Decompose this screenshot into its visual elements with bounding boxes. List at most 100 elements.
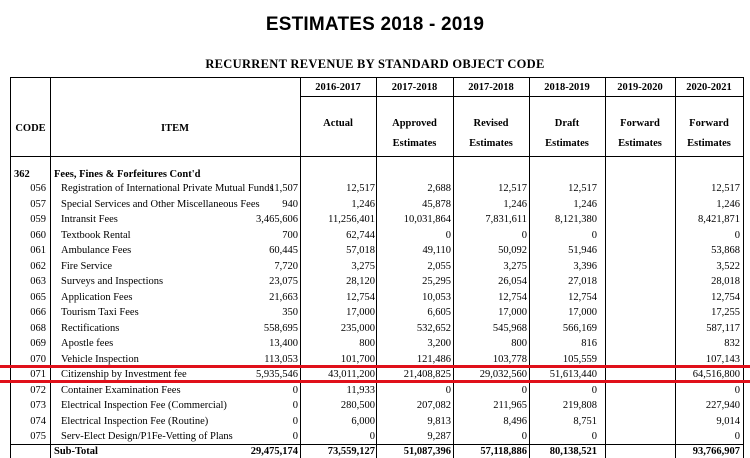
table-row: 069 Apostle fees 13,400 800 3,200 800 816 832 [11,337,743,350]
column-header-line1: Approved [392,118,437,129]
row-value: 211,965 [493,400,527,411]
row-value: 3,200 [427,338,451,349]
row-value: 45,878 [422,198,451,210]
row-item: Intransit Fees [61,214,118,225]
estimates-table: CODE ITEM 2016-2017 2017-2018 2017-2018 … [10,77,744,458]
table-row: 075 Serv-Elect Design/P1Fe-Vetting of Pla… [11,430,743,443]
row-value: 8,121,380 [555,214,597,225]
row-value: 25,295 [422,276,451,287]
row-value: 28,018 [711,276,740,287]
row-value: 0 [445,229,451,241]
section-label: Fees, Fines & Forfeitures Cont'd [54,169,201,180]
row-value: 9,287 [427,431,451,442]
row-value: 0 [591,229,597,241]
row-value: 0 [734,384,740,396]
row-value: 113,053 [264,353,298,365]
row-item: Rectifications [61,322,120,334]
row-value: 57,018 [346,245,375,256]
year-header-3: 2017-2018 [468,82,514,93]
table-row: 065 Application Fees 21,663 12,754 10,053 12,… [11,291,743,304]
row-value: 227,940 [705,400,740,411]
row-value: 1,246 [716,198,740,210]
row-value: 0 [292,400,298,411]
document-subtitle: RECURRENT REVENUE BY STANDARD OBJECT COD… [205,57,545,71]
row-value: 0 [292,384,298,396]
table-row: 057 Special Services and Other Miscellane… [11,198,743,211]
row-value: 0 [591,384,597,396]
row-value: 26,054 [498,276,527,287]
row-value: 2,055 [427,260,451,272]
row-value: 0 [734,229,740,241]
subtotal-label: Sub-Total [54,446,98,457]
row-value: 7,831,611 [485,214,527,225]
row-value: 11,256,401 [328,214,375,225]
row-code: 073 [30,400,46,411]
row-value: 940 [282,198,298,210]
row-value: 12,517 [498,183,527,194]
row-code: 063 [30,276,46,287]
section-code: 362 [14,169,30,180]
row-value: 800 [359,338,375,349]
row-value: 60,445 [269,245,298,256]
table-row: 056 Registration of International Private… [11,182,743,195]
row-value: 0 [734,431,740,442]
column-header-line2: Estimates [618,138,662,149]
item-header: ITEM [160,123,189,134]
row-item: Container Examination Fees [61,384,181,396]
row-value: 0 [521,384,527,396]
row-value: 17,255 [711,307,740,318]
table-row: 070 Vehicle Inspection 113,053 101,700 121,4… [11,353,743,366]
row-value: 27,018 [568,276,597,287]
row-code: 066 [30,307,46,318]
row-value: 1,246 [573,198,597,210]
row-value: 832 [724,338,740,349]
row-item: Surveys and Inspections [61,276,164,287]
row-value: 816 [581,338,597,349]
table-row: 066 Tourism Taxi Fees 350 17,000 6,605 17,000… [11,306,743,319]
column-header-line2: Estimates [469,138,513,149]
row-value: 6,000 [351,415,375,427]
row-value: 0 [521,229,527,241]
subtotal-value: 57,118,886 [480,446,527,457]
row-value: 545,968 [492,322,527,334]
highlight-line-top [0,365,750,368]
row-value: 28,120 [346,276,375,287]
header-bottom-divider [11,156,743,157]
year-header-divider [300,96,743,97]
row-item: Textbook Rental [61,229,131,241]
column-header-line1: Forward [620,118,660,129]
row-item: Electrical Inspection Fee (Commercial) [61,400,227,411]
row-value: 0 [292,431,298,442]
row-value: 8,421,871 [698,214,740,225]
row-item: Ambulance Fees [61,245,132,256]
row-value: 12,517 [568,183,597,194]
row-code: 075 [30,431,46,442]
column-header-line2: Estimates [392,138,437,149]
row-value: 350 [282,307,298,318]
row-value: 12,754 [711,291,740,303]
row-value: 121,486 [416,353,451,365]
subtotal-value: 80,138,521 [549,446,597,457]
column-header-line1: Forward [689,118,729,129]
table-row: 074 Electrical Inspection Fee (Routine) 0 6… [11,415,743,428]
column-header-line1: Actual [323,118,353,129]
table-row: 062 Fire Service 7,720 3,275 2,055 3,275 3,396… [11,260,743,273]
row-value: 558,695 [263,322,298,334]
row-code: 057 [30,198,46,210]
row-item: Application Fees [61,291,133,303]
row-value: 107,143 [705,353,740,365]
row-value: 51,946 [568,245,597,256]
table-row: 063 Surveys and Inspections 23,075 28,120 25… [11,275,743,288]
document-title: ESTIMATES 2018 - 2019 [265,14,485,35]
row-value: 7,720 [274,260,298,272]
year-header-5: 2019-2020 [617,82,663,93]
row-value: 0 [292,415,298,427]
row-item: Electrical Inspection Fee (Routine) [61,415,209,427]
row-value: 219,808 [562,400,597,411]
row-value: 50,092 [498,245,527,256]
row-value: 6,605 [427,307,451,318]
year-header-4: 2018-2019 [544,82,590,93]
row-code: 074 [30,415,46,427]
row-value: 21,663 [269,291,298,303]
table-row: 068 Rectifications 558,695 235,000 532,652 54… [11,322,743,335]
